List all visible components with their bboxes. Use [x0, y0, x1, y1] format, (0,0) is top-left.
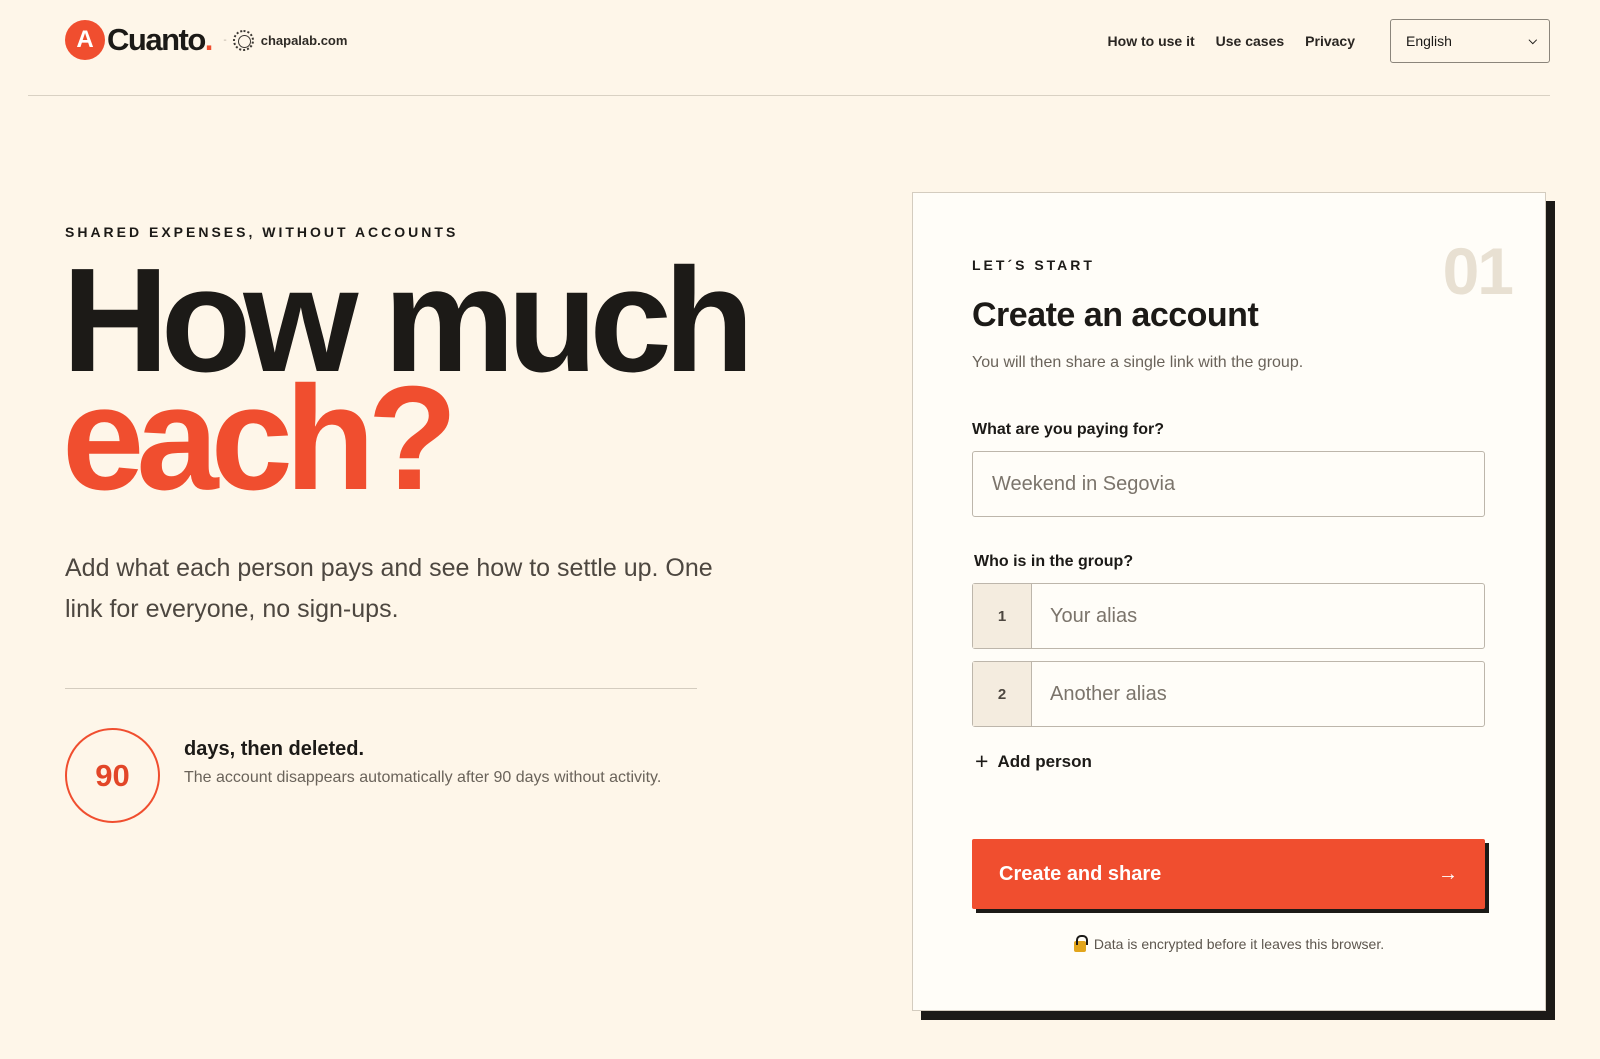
hero-title: How much each? — [62, 247, 754, 513]
encryption-note-text: Data is encrypted before it leaves this … — [1093, 936, 1385, 952]
lab-logo-icon — [232, 29, 254, 51]
brand-logo[interactable]: A Cuanto . - chapalab.com — [65, 20, 347, 60]
person-number: 1 — [973, 584, 1032, 648]
person-alias-input[interactable]: Another alias — [1032, 662, 1484, 726]
arrow-right-icon: → — [1438, 862, 1458, 885]
person-row: 2 Another alias — [972, 661, 1485, 727]
retention-days-badge: 90 — [65, 728, 160, 823]
create-account-card: 01 LET´S START Create an account You wil… — [912, 192, 1546, 1011]
nav-link-use-cases[interactable]: Use cases — [1216, 33, 1285, 49]
chevron-down-icon: ⌵ — [1528, 34, 1537, 47]
hero-lead: Add what each person pays and see how to… — [65, 554, 713, 623]
nav-link-privacy[interactable]: Privacy — [1305, 33, 1355, 49]
logo-mark-icon: A — [65, 20, 105, 60]
brand-name: Cuanto — [107, 22, 206, 57]
paying-for-input[interactable]: Weekend in Segovia — [972, 451, 1485, 517]
hero-divider — [65, 688, 697, 689]
add-person-button[interactable]: + Add person — [975, 750, 1092, 773]
brand-dot: . — [204, 22, 214, 57]
card-eyebrow: LET´S START — [972, 257, 1095, 273]
person-alias-input[interactable]: Your alias — [1032, 584, 1484, 648]
create-and-share-button[interactable]: Create and share → — [972, 839, 1485, 909]
main-nav: How to use it Use cases Privacy — [1108, 33, 1355, 49]
lock-icon — [1073, 934, 1088, 952]
step-number: 01 — [1442, 234, 1514, 308]
retention-title: days, then deleted. — [184, 738, 365, 760]
add-person-label: Add person — [997, 751, 1092, 771]
language-selected: English — [1406, 33, 1452, 49]
card-title: Create an account — [972, 296, 1259, 334]
cta-label: Create and share — [999, 862, 1162, 885]
site-header: A Cuanto . - chapalab.com How to use it … — [28, 0, 1550, 96]
brand-separator: - — [223, 34, 227, 46]
group-label: Who is in the group? — [974, 553, 1134, 570]
person-row: 1 Your alias — [972, 583, 1485, 649]
nav-link-how-to-use[interactable]: How to use it — [1108, 33, 1195, 49]
plus-icon: + — [975, 748, 989, 774]
paying-for-label: What are you paying for? — [972, 421, 1165, 438]
retention-description: The account disappears automatically aft… — [184, 769, 662, 786]
person-number: 2 — [973, 662, 1032, 726]
card-subtitle: You will then share a single link with t… — [972, 354, 1304, 371]
encryption-note: Data is encrypted before it leaves this … — [913, 934, 1545, 952]
language-select[interactable]: English ⌵ — [1390, 19, 1550, 63]
lab-name: chapalab.com — [260, 32, 348, 48]
